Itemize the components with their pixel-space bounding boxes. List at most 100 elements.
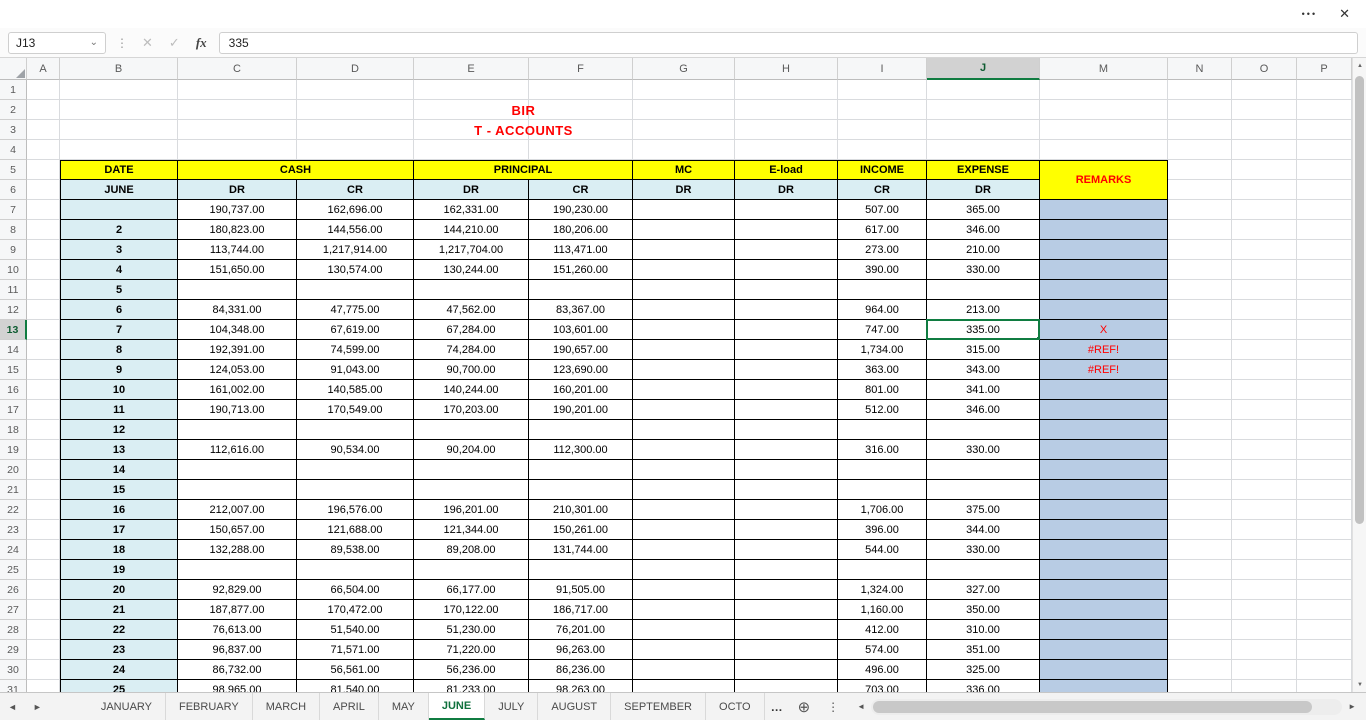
cell-M10[interactable]	[1040, 260, 1168, 280]
cell-M21[interactable]	[1040, 480, 1168, 500]
cell-M22[interactable]	[1040, 500, 1168, 520]
cell-A26[interactable]	[27, 580, 60, 600]
cell-F27[interactable]: 186,717.00	[529, 600, 633, 620]
cell-M13[interactable]: X	[1040, 320, 1168, 340]
vertical-scroll-thumb[interactable]	[1355, 76, 1364, 524]
cell-J1[interactable]	[927, 80, 1040, 100]
cell-A27[interactable]	[27, 600, 60, 620]
cell-E9[interactable]: 1,217,704.00	[414, 240, 529, 260]
cell-C29[interactable]: 96,837.00	[178, 640, 297, 660]
cell-D15[interactable]: 91,043.00	[297, 360, 414, 380]
cell-P21[interactable]	[1297, 480, 1352, 500]
cell-B11[interactable]: 5	[60, 280, 178, 300]
cell-G3[interactable]	[633, 120, 735, 140]
cell-P15[interactable]	[1297, 360, 1352, 380]
cell-F19[interactable]: 112,300.00	[529, 440, 633, 460]
cell-F18[interactable]	[529, 420, 633, 440]
cell-H23[interactable]	[735, 520, 838, 540]
cell-P8[interactable]	[1297, 220, 1352, 240]
cell-E8[interactable]: 144,210.00	[414, 220, 529, 240]
cell-I31[interactable]: 703.00	[838, 680, 927, 692]
cell-E11[interactable]	[414, 280, 529, 300]
row-header-8[interactable]: 8	[0, 220, 27, 240]
tab-overflow-ellipsis[interactable]: …	[765, 693, 789, 720]
cell-B19[interactable]: 13	[60, 440, 178, 460]
cell-F16[interactable]: 160,201.00	[529, 380, 633, 400]
cell-N16[interactable]	[1168, 380, 1232, 400]
cell-O24[interactable]	[1232, 540, 1297, 560]
cell-G21[interactable]	[633, 480, 735, 500]
cell-M7[interactable]	[1040, 200, 1168, 220]
cell-P7[interactable]	[1297, 200, 1352, 220]
row-header-13[interactable]: 13	[0, 320, 27, 340]
cell-J11[interactable]	[927, 280, 1040, 300]
cell-B22[interactable]: 16	[60, 500, 178, 520]
cell-H7[interactable]	[735, 200, 838, 220]
cell-D10[interactable]: 130,574.00	[297, 260, 414, 280]
cell-D12[interactable]: 47,775.00	[297, 300, 414, 320]
cell-B14[interactable]: 8	[60, 340, 178, 360]
cell-I13[interactable]: 747.00	[838, 320, 927, 340]
cell-P4[interactable]	[1297, 140, 1352, 160]
cell-C10[interactable]: 151,650.00	[178, 260, 297, 280]
cell-G30[interactable]	[633, 660, 735, 680]
column-header-P[interactable]: P	[1297, 58, 1352, 80]
header-principal[interactable]: PRINCIPAL	[414, 160, 633, 180]
cell-N9[interactable]	[1168, 240, 1232, 260]
cell-P27[interactable]	[1297, 600, 1352, 620]
cell-I25[interactable]	[838, 560, 927, 580]
cell-O20[interactable]	[1232, 460, 1297, 480]
cell-E1[interactable]	[414, 80, 529, 100]
header-G6-dr[interactable]: DR	[633, 180, 735, 200]
row-header-24[interactable]: 24	[0, 540, 27, 560]
cell-I26[interactable]: 1,324.00	[838, 580, 927, 600]
cell-B13[interactable]: 7	[60, 320, 178, 340]
cell-F30[interactable]: 86,236.00	[529, 660, 633, 680]
cell-O30[interactable]	[1232, 660, 1297, 680]
cell-F10[interactable]: 151,260.00	[529, 260, 633, 280]
cell-D17[interactable]: 170,549.00	[297, 400, 414, 420]
cell-E19[interactable]: 90,204.00	[414, 440, 529, 460]
column-header-O[interactable]: O	[1232, 58, 1297, 80]
cell-J2[interactable]	[927, 100, 1040, 120]
cell-P22[interactable]	[1297, 500, 1352, 520]
cell-F28[interactable]: 76,201.00	[529, 620, 633, 640]
cell-O17[interactable]	[1232, 400, 1297, 420]
cell-M26[interactable]	[1040, 580, 1168, 600]
vertical-scrollbar[interactable]: ▲ ▼	[1352, 58, 1366, 692]
header-mc[interactable]: MC	[633, 160, 735, 180]
cell-D31[interactable]: 81,540.00	[297, 680, 414, 692]
cell-A25[interactable]	[27, 560, 60, 580]
cell-N4[interactable]	[1168, 140, 1232, 160]
cell-N25[interactable]	[1168, 560, 1232, 580]
cell-D25[interactable]	[297, 560, 414, 580]
header-C6-dr[interactable]: DR	[178, 180, 297, 200]
cell-N12[interactable]	[1168, 300, 1232, 320]
cell-C28[interactable]: 76,613.00	[178, 620, 297, 640]
cell-O21[interactable]	[1232, 480, 1297, 500]
cell-D18[interactable]	[297, 420, 414, 440]
cell-M31[interactable]	[1040, 680, 1168, 692]
cell-A29[interactable]	[27, 640, 60, 660]
cell-J22[interactable]: 375.00	[927, 500, 1040, 520]
cell-P1[interactable]	[1297, 80, 1352, 100]
cell-J26[interactable]: 327.00	[927, 580, 1040, 600]
cell-J30[interactable]: 325.00	[927, 660, 1040, 680]
cell-H1[interactable]	[735, 80, 838, 100]
cell-P28[interactable]	[1297, 620, 1352, 640]
cell-A30[interactable]	[27, 660, 60, 680]
cell-G23[interactable]	[633, 520, 735, 540]
cell-B20[interactable]: 14	[60, 460, 178, 480]
cell-M11[interactable]	[1040, 280, 1168, 300]
cell-A10[interactable]	[27, 260, 60, 280]
cell-G20[interactable]	[633, 460, 735, 480]
tab-scroll-left-icon[interactable]: ◄	[0, 693, 25, 720]
cell-D19[interactable]: 90,534.00	[297, 440, 414, 460]
cell-E30[interactable]: 56,236.00	[414, 660, 529, 680]
cell-O31[interactable]	[1232, 680, 1297, 692]
cell-P18[interactable]	[1297, 420, 1352, 440]
sheet-tab-july[interactable]: JULY	[485, 693, 539, 720]
cell-N18[interactable]	[1168, 420, 1232, 440]
cell-A16[interactable]	[27, 380, 60, 400]
cell-A8[interactable]	[27, 220, 60, 240]
